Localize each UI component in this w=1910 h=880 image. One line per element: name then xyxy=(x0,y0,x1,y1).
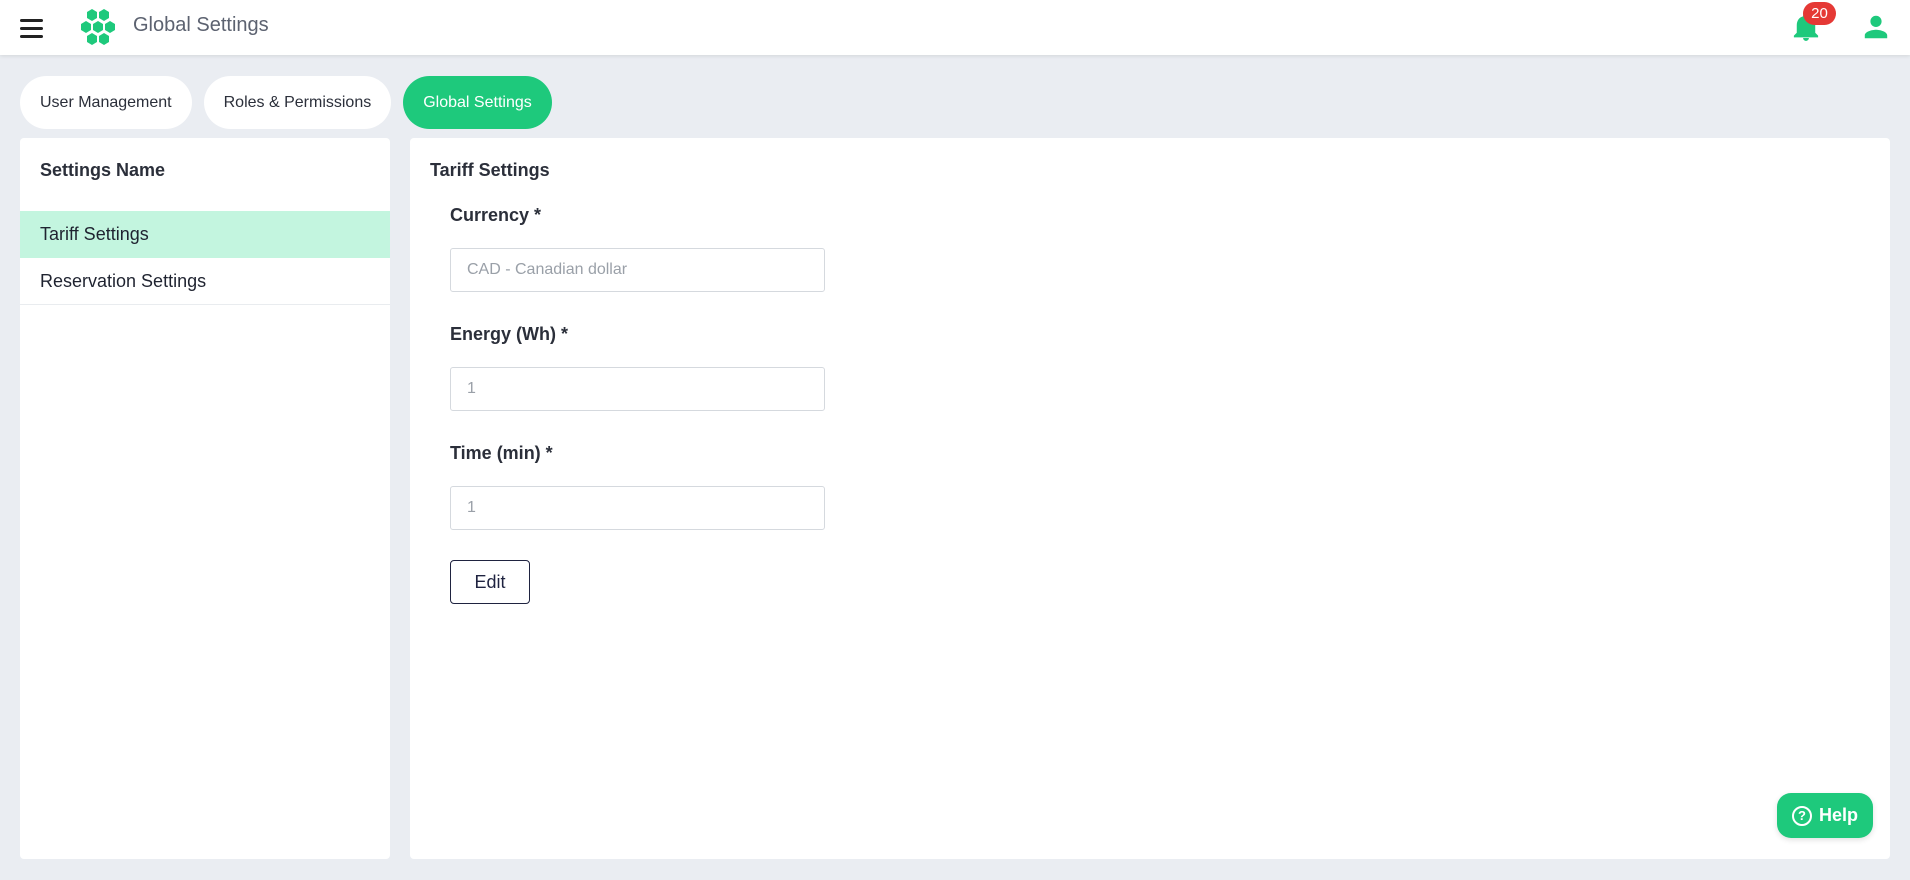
tab-roles-permissions[interactable]: Roles & Permissions xyxy=(203,76,392,129)
tab-global-settings[interactable]: Global Settings xyxy=(403,76,552,129)
settings-tabs: User Management Roles & Permissions Glob… xyxy=(20,76,552,129)
tab-user-management[interactable]: User Management xyxy=(20,76,192,129)
sidebar-item-reservation-settings[interactable]: Reservation Settings xyxy=(20,258,390,305)
time-field[interactable] xyxy=(450,486,825,530)
tariff-settings-panel: Tariff Settings Currency * Energy (Wh) *… xyxy=(410,138,1890,859)
menu-icon[interactable] xyxy=(20,15,50,41)
time-label: Time (min) * xyxy=(450,443,553,463)
sidebar-title: Settings Name xyxy=(40,160,166,180)
notification-badge: 20 xyxy=(1803,2,1836,25)
user-icon[interactable] xyxy=(1862,13,1890,41)
edit-button[interactable]: Edit xyxy=(450,560,530,604)
settings-sidebar: Settings Name Tariff Settings Reservatio… xyxy=(20,138,390,859)
help-label: Help xyxy=(1818,805,1858,825)
help-icon: ? xyxy=(1791,805,1812,826)
app-title: Global Settings xyxy=(133,14,269,36)
hexagon-logo-icon xyxy=(81,9,115,45)
energy-label: Energy (Wh) * xyxy=(450,324,569,344)
currency-label: Currency * xyxy=(450,205,542,225)
energy-field[interactable] xyxy=(450,367,825,411)
top-bar: Global Settings 20 xyxy=(0,0,1910,55)
sidebar-item-tariff-settings[interactable]: Tariff Settings xyxy=(20,211,390,258)
currency-field[interactable] xyxy=(450,248,825,292)
section-title: Tariff Settings xyxy=(430,160,550,180)
help-button[interactable]: ? Help xyxy=(1777,793,1873,838)
